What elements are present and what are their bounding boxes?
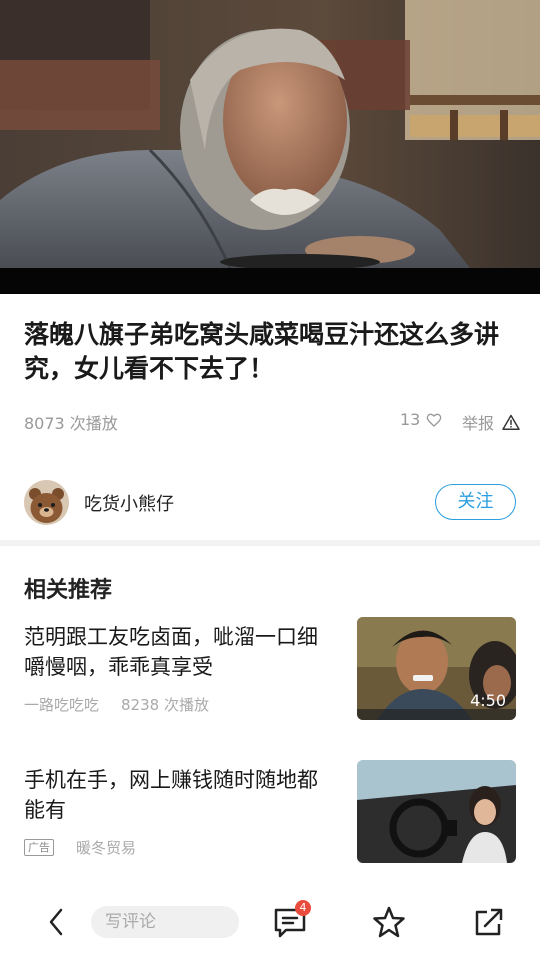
star-icon (373, 906, 405, 938)
share-icon (475, 908, 503, 936)
related-item[interactable]: 范明跟工友吃卤面，呲溜一口细嚼慢咽，乖乖真享受 一路吃吃吃 8238 次播放 4… (24, 617, 516, 725)
comment-count-badge: 4 (295, 900, 311, 916)
follow-button[interactable]: 关注 (435, 484, 516, 520)
author-avatar[interactable] (24, 480, 69, 525)
related-item-meta: 广告 暖冬贸易 (24, 837, 136, 858)
related-item-plays: 8238 次播放 (121, 696, 209, 714)
related-item-title: 范明跟工友吃卤面，呲溜一口细嚼慢咽，乖乖真享受 (24, 625, 318, 679)
report-button[interactable]: 举报 (462, 410, 520, 434)
favorite-button[interactable] (371, 904, 407, 940)
comments-button[interactable]: 4 (272, 900, 311, 940)
video-player[interactable] (0, 0, 540, 294)
play-count: 8073 次播放 (24, 414, 118, 433)
bear-avatar-icon (24, 480, 69, 525)
author-row: 吃货小熊仔 关注 (24, 478, 518, 526)
related-section-title: 相关推荐 (24, 578, 113, 603)
video-detail-page: 落魄八旗子弟吃窝头咸菜喝豆汁还这么多讲究，女儿看不下去了！ 8073 次播放 1… (0, 0, 540, 960)
related-item-source: 暖冬贸易 (76, 839, 137, 857)
related-item-meta: 一路吃吃吃 8238 次播放 (24, 694, 209, 715)
like-count: 13 (400, 410, 421, 429)
related-item-thumbnail[interactable]: 4:50 (357, 617, 516, 720)
heart-icon (427, 413, 442, 427)
section-divider (0, 540, 540, 546)
share-button[interactable] (471, 904, 507, 940)
back-arrow-icon[interactable] (45, 906, 69, 938)
author-name[interactable]: 吃货小熊仔 (84, 490, 174, 516)
ad-tag: 广告 (24, 839, 54, 856)
video-meta-row: 8073 次播放 13 举报 (24, 410, 524, 434)
warning-icon (502, 414, 520, 430)
thumbnail-image (357, 760, 516, 863)
report-label: 举报 (462, 414, 495, 433)
like-button[interactable]: 13 (400, 410, 442, 429)
comment-input[interactable]: 写评论 (91, 906, 239, 938)
related-item-title: 手机在手，网上赚钱随时随地都能有 (24, 768, 318, 822)
video-frame (0, 0, 540, 268)
video-thumbnail-image (0, 0, 540, 268)
related-item-source: 一路吃吃吃 (24, 696, 100, 714)
video-duration: 4:50 (470, 691, 506, 710)
related-item-thumbnail[interactable] (357, 760, 516, 863)
bottom-action-bar: 写评论 4 (0, 884, 540, 960)
video-title: 落魄八旗子弟吃窝头咸菜喝豆汁还这么多讲究，女儿看不下去了！ (24, 320, 500, 383)
related-item-ad[interactable]: 手机在手，网上赚钱随时随地都能有 广告 暖冬贸易 (24, 760, 516, 868)
video-letterbox (0, 268, 540, 294)
